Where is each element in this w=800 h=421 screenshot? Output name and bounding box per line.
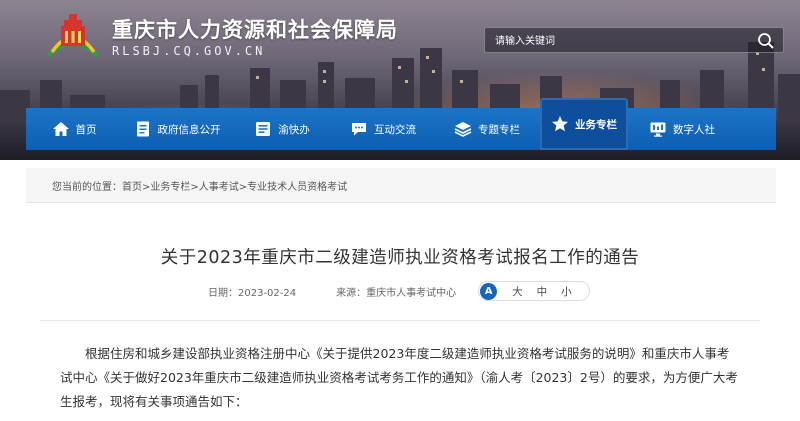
article-paragraph: 根据住房和城乡建设部执业资格注册中心《关于提供2023年度二级建造师执业资格考试… xyxy=(60,346,738,409)
breadcrumb-link-home[interactable]: 首页 xyxy=(122,182,142,193)
nav-label: 政府信息公开 xyxy=(157,123,221,136)
breadcrumb: 您当前的位置：首页>业务专栏>人事考试>专业技术人员资格考试 xyxy=(52,178,347,193)
star-icon xyxy=(552,116,568,132)
nav-label: 专题专栏 xyxy=(478,123,520,136)
breadcrumb-link-personnel-exam[interactable]: 人事考试 xyxy=(199,182,239,193)
article-source: 来源：重庆市人事考试中心 xyxy=(336,287,457,299)
search-input[interactable] xyxy=(493,31,747,51)
bureau-logo-icon xyxy=(46,14,100,58)
nav-item-business[interactable]: 业务专栏 xyxy=(540,98,628,150)
article-meta: 日期：2023-02-24 来源：重庆市人事考试中心 A 大 中 小 xyxy=(208,281,590,301)
search-box xyxy=(484,27,784,53)
id-card-icon xyxy=(256,122,271,136)
font-size-icon: A xyxy=(480,282,498,300)
breadcrumb-separator: > xyxy=(238,182,248,193)
publish-date: 日期：2023-02-24 xyxy=(208,287,297,299)
breadcrumb-separator: > xyxy=(190,182,199,193)
content-divider xyxy=(40,320,760,321)
font-size-control: A 大 中 小 xyxy=(478,281,590,301)
layers-icon xyxy=(454,122,472,137)
document-icon xyxy=(136,121,149,137)
nav-item-special-topics[interactable]: 专题专栏 xyxy=(434,108,540,150)
chat-icon xyxy=(352,123,366,136)
font-size-large-button[interactable]: 大 xyxy=(512,284,523,299)
font-size-medium-button[interactable]: 中 xyxy=(537,284,548,299)
breadcrumb-bar: 您当前的位置：首页>业务专栏>人事考试>专业技术人员资格考试 xyxy=(26,168,776,203)
breadcrumb-link-professional-exam[interactable]: 专业技术人员资格考试 xyxy=(247,182,347,193)
nav-item-yukuaiban[interactable]: 渝快办 xyxy=(232,108,332,150)
nav-label: 首页 xyxy=(75,123,97,136)
nav-item-interaction[interactable]: 互动交流 xyxy=(332,108,434,150)
nav-item-digital-hrss[interactable]: 数字人社 xyxy=(628,108,736,150)
monitor-icon xyxy=(650,122,666,137)
nav-item-home[interactable]: 首页 xyxy=(26,108,122,150)
font-size-small-button[interactable]: 小 xyxy=(561,284,572,299)
nav-label: 渝快办 xyxy=(278,123,310,136)
nav-label: 互动交流 xyxy=(374,123,416,136)
breadcrumb-prefix: 您当前的位置： xyxy=(52,182,122,193)
nav-label: 数字人社 xyxy=(673,123,715,136)
nav-item-gov-info[interactable]: 政府信息公开 xyxy=(122,108,232,150)
search-icon[interactable] xyxy=(757,32,775,50)
article-body: 根据住房和城乡建设部执业资格注册中心《关于提供2023年度二级建造师执业资格考试… xyxy=(60,342,740,414)
site-title: 重庆市人力资源和社会保障局 xyxy=(112,18,398,42)
home-icon xyxy=(52,122,69,136)
article-title: 关于2023年重庆市二级建造师执业资格考试报名工作的通告 xyxy=(160,248,640,268)
nav-label: 业务专栏 xyxy=(575,118,617,131)
breadcrumb-link-business[interactable]: 业务专栏 xyxy=(150,182,190,193)
site-url: RLSBJ.CQ.GOV.CN xyxy=(112,44,266,58)
main-nav: 首页 政府信息公开 渝快办 互动交流 专题专栏 业务专栏 数字人社 xyxy=(26,98,776,150)
